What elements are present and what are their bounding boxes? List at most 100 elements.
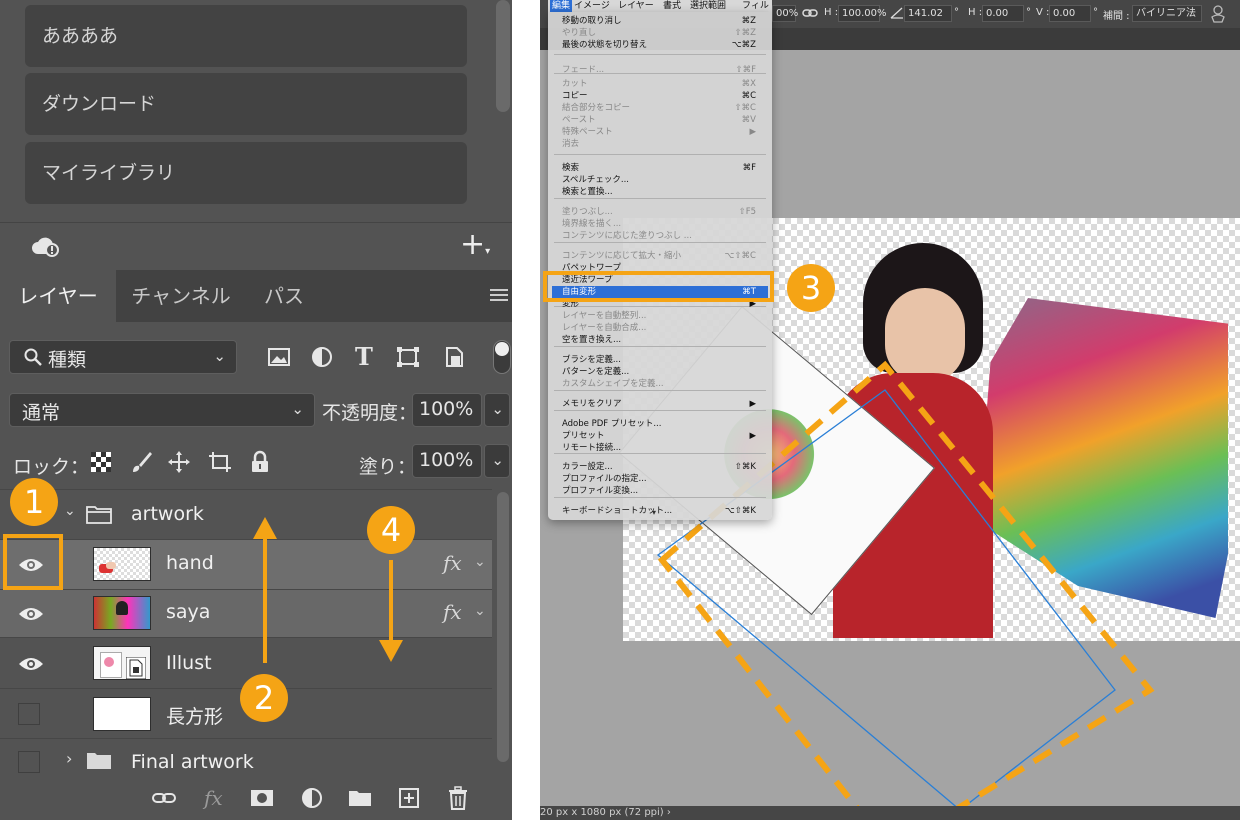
shape-filter-icon[interactable] <box>396 346 420 368</box>
menu-item[interactable]: 境界線を描く... <box>562 218 762 230</box>
fill-dropdown[interactable]: ⌄ <box>484 444 510 478</box>
menu-item[interactable]: 検索と置換... <box>562 186 762 198</box>
add-library-button[interactable]: +▾ <box>460 230 490 260</box>
fill-input[interactable]: 100% <box>412 444 482 478</box>
visibility-toggle[interactable] <box>18 751 40 773</box>
library-item[interactable]: ああああ <box>25 5 467 67</box>
menu-filter[interactable]: フィル <box>742 0 769 12</box>
eye-icon[interactable] <box>18 606 44 622</box>
menu-item[interactable]: コンテンツに応じて拡大・縮小 ⌥⇧⌘C <box>562 250 762 262</box>
layer-row[interactable]: hand fx ⌄ <box>0 539 492 589</box>
menu-scroll-down-icon[interactable]: ▾ <box>652 508 656 517</box>
eye-icon[interactable] <box>18 656 44 672</box>
layer-row-group[interactable]: › Final artwork <box>0 738 492 774</box>
fx-icon[interactable]: fx <box>204 786 228 810</box>
image-filter-icon[interactable] <box>267 346 291 368</box>
smart-object-filter-icon[interactable] <box>442 346 466 368</box>
interpolation-select[interactable]: バイリニア法 ⌄ <box>1132 5 1202 34</box>
lock-transparent-pixels-icon[interactable] <box>89 450 113 474</box>
tab-channels[interactable]: チャンネル <box>116 270 246 322</box>
menu-item[interactable]: ペースト ⌘V <box>562 114 762 126</box>
layer-name[interactable]: Final artwork <box>131 751 254 773</box>
menu-edit[interactable]: 編集 <box>550 0 573 12</box>
menu-item[interactable]: コピー ⌘C <box>562 90 762 102</box>
menu-layer[interactable]: レイヤー <box>618 0 654 12</box>
text-filter-icon[interactable]: T <box>355 345 379 369</box>
menu-item[interactable]: 消去 <box>562 138 762 150</box>
library-item[interactable]: ダウンロード <box>25 73 467 135</box>
mask-icon[interactable] <box>250 786 274 810</box>
width-input[interactable]: 00% <box>772 5 798 22</box>
height-input[interactable]: 100.00% <box>838 5 887 22</box>
link-icon[interactable] <box>152 786 176 810</box>
opacity-dropdown[interactable]: ⌄ <box>484 393 510 427</box>
menu-item[interactable]: プロファイル変換... <box>562 485 762 497</box>
menu-item[interactable]: 特殊ペースト ▶ <box>562 126 762 138</box>
layer-name[interactable]: saya <box>166 601 210 623</box>
menu-item[interactable]: カスタムシェイプを定義... <box>562 378 762 390</box>
menu-item[interactable]: 最後の状態を切り替え ⌥⌘Z <box>562 39 762 51</box>
menu-item[interactable]: プロファイルの指定... <box>562 473 762 485</box>
lock-all-icon[interactable] <box>248 450 272 474</box>
lock-artboard-icon[interactable] <box>208 450 232 474</box>
menu-item[interactable]: スペルチェック... <box>562 174 762 186</box>
menu-type[interactable]: 書式 <box>663 0 681 12</box>
menu-item[interactable]: パターンを定義... <box>562 366 762 378</box>
lock-image-pixels-icon[interactable] <box>130 450 154 474</box>
chevron-down-icon[interactable]: ⌄ <box>474 554 486 570</box>
layers-scrollbar[interactable] <box>497 492 509 762</box>
menu-select[interactable]: 選択範囲 <box>690 0 726 12</box>
menu-item[interactable]: リモート接続... <box>562 442 762 454</box>
menu-item[interactable]: 空を置き換え... <box>562 334 762 346</box>
menu-item[interactable]: 検索 ⌘F <box>562 162 762 174</box>
layer-filter-select[interactable]: 種類 ⌄ <box>9 340 237 374</box>
library-item[interactable]: マイライブラリ <box>25 142 467 204</box>
adjustment-layer-icon[interactable] <box>300 786 324 810</box>
menu-item[interactable]: フェード... ⇧⌘F <box>562 64 762 76</box>
fx-icon[interactable]: fx <box>443 551 462 575</box>
tab-paths[interactable]: パス <box>246 270 322 322</box>
menu-item[interactable]: 結合部分をコピー ⇧⌘C <box>562 102 762 114</box>
menu-item[interactable]: ブラシを定義... <box>562 354 762 366</box>
new-layer-icon[interactable] <box>397 786 421 810</box>
opacity-input[interactable]: 100% <box>412 393 482 427</box>
chevron-down-icon[interactable]: ⌄ <box>474 603 486 619</box>
cloud-warning-icon[interactable] <box>30 234 62 258</box>
layer-row[interactable]: saya fx ⌄ <box>0 589 492 637</box>
menu-item[interactable]: やり直し ⇧⌘Z <box>562 27 762 39</box>
tab-layers[interactable]: レイヤー <box>0 270 116 322</box>
lock-position-icon[interactable] <box>167 450 191 474</box>
new-group-icon[interactable] <box>348 786 372 810</box>
menu-item[interactable]: 移動の取り消し ⌘Z <box>562 15 762 27</box>
menu-item[interactable]: カラー設定... ⇧⌘K <box>562 461 762 473</box>
menu-item[interactable]: メモリをクリア ▶ <box>562 398 762 410</box>
angle-input[interactable]: 141.02 <box>904 5 952 22</box>
fx-icon[interactable]: fx <box>443 600 462 624</box>
link-proportions-icon[interactable] <box>802 6 818 20</box>
layer-name[interactable]: hand <box>166 552 214 574</box>
filter-toggle[interactable] <box>493 340 511 374</box>
menu-item[interactable]: キーボードショートカット... ⌥⇧⌘K <box>562 505 762 517</box>
menu-item[interactable]: プリセット ▶ <box>562 430 762 442</box>
warp-mode-icon[interactable] <box>1210 5 1226 23</box>
libraries-scrollbar[interactable] <box>496 0 510 112</box>
layer-name[interactable]: Illust <box>166 652 212 674</box>
layer-row-group[interactable]: ⌄ artwork <box>0 489 492 539</box>
layer-name[interactable]: artwork <box>131 503 204 525</box>
layer-name[interactable]: 長方形 <box>166 702 223 729</box>
menu-item[interactable]: カット ⌘X <box>562 78 762 90</box>
menu-image[interactable]: イメージ <box>574 0 610 12</box>
hskew-input[interactable]: 0.00 <box>982 5 1024 22</box>
menu-item[interactable]: レイヤーを自動合成... <box>562 322 762 334</box>
chevron-right-icon[interactable]: › <box>667 807 671 818</box>
panel-menu-icon[interactable] <box>490 288 508 302</box>
trash-icon[interactable] <box>446 786 470 810</box>
adjustment-filter-icon[interactable] <box>310 346 334 368</box>
chevron-right-icon[interactable]: › <box>66 749 72 768</box>
menu-item[interactable]: Adobe PDF プリセット... <box>562 418 762 430</box>
visibility-toggle[interactable] <box>18 703 40 725</box>
menu-item[interactable]: レイヤーを自動整列... <box>562 310 762 322</box>
chevron-down-icon[interactable]: ⌄ <box>64 503 76 519</box>
vskew-input[interactable]: 0.00 <box>1049 5 1091 22</box>
blend-mode-select[interactable]: 通常 ⌄ <box>9 393 315 427</box>
